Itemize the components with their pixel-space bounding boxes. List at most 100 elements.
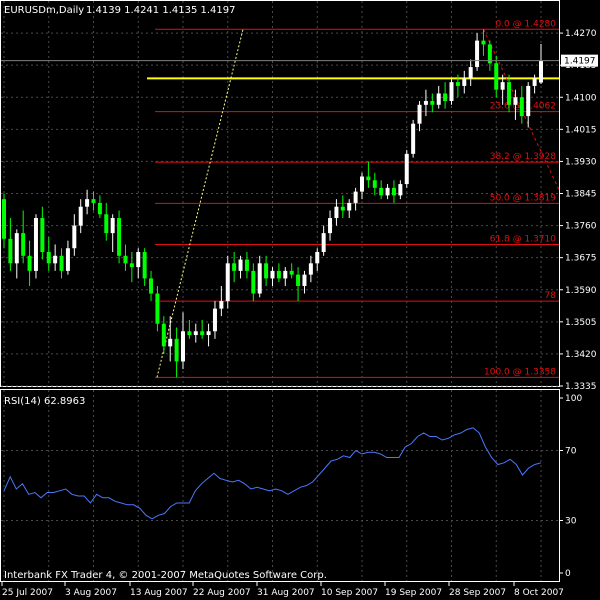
price-tick-label: 1.4015 [565, 125, 597, 135]
candle-body-bull [353, 191, 358, 203]
candle-body-bear [391, 187, 396, 196]
time-tick-label: 19 Sep 2007 [385, 588, 442, 598]
candle-body-bear [142, 252, 147, 279]
candle-body-bear [187, 331, 192, 336]
rsi-grid [1, 390, 559, 581]
candle-body-bull [283, 270, 288, 279]
candle-body-bull [513, 97, 518, 105]
candle-body-bear [123, 255, 128, 264]
candle-body-bull [385, 187, 390, 196]
candle-body-bear [27, 255, 32, 271]
candle-body-bull [270, 270, 275, 279]
time-tick-label: 13 Aug 2007 [130, 588, 188, 598]
candle-body-bear [91, 199, 96, 203]
fib-level-label: 61.8 @ 1.3710 [490, 234, 557, 244]
candle-body-bear [507, 82, 512, 105]
candle-body-bull [500, 82, 505, 90]
candle-body-bull [468, 67, 473, 79]
candle-body-bull [72, 225, 77, 249]
candle-body-bull [321, 233, 326, 253]
current-price-label: 1.4197 [564, 57, 596, 67]
price-tick-label: 1.3420 [565, 350, 597, 360]
candle-body-bear [340, 206, 345, 211]
candle-body-bear [104, 214, 109, 234]
candle-body-bear [494, 63, 499, 90]
time-tick-label: 31 Aug 2007 [257, 588, 315, 598]
rsi-tick-label: 0 [565, 569, 571, 579]
price-tick-label: 1.4270 [565, 29, 597, 39]
price-tick-label: 1.3335 [565, 382, 597, 392]
time-tick-label: 28 Sep 2007 [449, 588, 506, 598]
candle-body-bull [219, 301, 224, 309]
time-tick-label: 3 Aug 2007 [65, 588, 117, 598]
candle-body-bull [315, 252, 320, 264]
candle-body-bull [14, 233, 19, 264]
candle-body-bull [110, 218, 115, 234]
candle-body-bear [174, 338, 179, 362]
candle-body-bear [161, 323, 166, 347]
candle-body-bull [404, 153, 409, 185]
candle-body-bull [462, 78, 467, 86]
time-tick-label: 10 Sep 2007 [321, 588, 378, 598]
candle-body-bull [411, 123, 416, 154]
candle-body-bear [289, 270, 294, 275]
candle-body-bull [238, 259, 243, 271]
rsi-tick-label: 70 [565, 447, 577, 457]
time-tick-label: 22 Aug 2007 [193, 588, 251, 598]
price-tick-label: 1.3930 [565, 157, 597, 167]
candle-body-bull [532, 78, 537, 86]
rsi-panel-frame [0, 389, 560, 582]
candle-body-bull [302, 274, 307, 286]
fib-level-label: 100.0 @ 1.3358 [484, 367, 556, 377]
candle-body-bull [347, 202, 352, 211]
price-axis: 1.42701.41851.41001.40151.39301.38451.37… [559, 29, 597, 392]
candle-body-bull [526, 85, 531, 117]
copyright-footer: Interbank FX Trader 4, © 2001-2007 MetaQ… [4, 570, 327, 581]
price-tick-label: 1.3760 [565, 222, 597, 232]
price-tick-label: 1.4100 [565, 93, 597, 103]
candle-body-bear [251, 270, 256, 294]
fib-level-label: 38.2 @ 1.3928 [490, 152, 557, 162]
rsi-axis: 100 70 30 0 [559, 394, 582, 579]
candle-body-bear [519, 97, 524, 117]
candle-body-bear [46, 252, 51, 264]
candle-body-bull [53, 255, 58, 264]
candle-body-bear [2, 199, 6, 239]
chart-ohlc: 1.4139 1.4241 1.4135 1.4197 [86, 5, 236, 16]
candle-body-bull [257, 263, 262, 294]
candle-body-bull [206, 331, 211, 336]
trading-terminal[interactable]: 0.0 @ 1.428023.6 @ 1.406238.2 @ 1.392850… [0, 0, 600, 600]
fib-level-label: 78 [545, 291, 557, 301]
candle-body-bear [117, 218, 122, 256]
candle-body-bull [212, 308, 217, 332]
candle-body-bear [97, 202, 102, 215]
rsi-title: RSI(14) 62.8963 [4, 396, 85, 407]
candle-body-bear [59, 255, 64, 271]
candle-body-bull [449, 82, 454, 102]
candle-body-bear [155, 293, 160, 324]
candle-body-bear [443, 93, 448, 102]
time-tick-label: 25 Jul 2007 [2, 588, 53, 598]
candle-body-bear [8, 238, 13, 264]
chart-symbol: EURUSDm,Daily [4, 5, 84, 16]
candle-body-bull [334, 206, 339, 219]
candle-body-bull [168, 338, 173, 347]
candle-body-bear [379, 187, 384, 196]
candle-body-bear [21, 233, 26, 256]
candle-body-bull [33, 218, 38, 271]
candle-body-bull [193, 331, 198, 336]
candle-body-bull [181, 331, 185, 362]
candle-body-bear [244, 259, 249, 271]
rsi-tick-label: 30 [565, 517, 577, 527]
candle-body-bear [149, 278, 154, 294]
candle-body-bull [436, 93, 441, 105]
candle-body-bear [40, 218, 45, 253]
fib-level-label: 50.0 @ 1.3819 [490, 193, 557, 203]
candle-body-bear [296, 274, 301, 286]
candle-body-bear [264, 263, 269, 279]
price-tick-label: 1.3590 [565, 286, 597, 296]
candle-body-bull [475, 40, 480, 68]
candle-body-bear [481, 40, 486, 45]
price-tick-label: 1.3675 [565, 254, 597, 264]
candle-body-bull [539, 60, 543, 83]
